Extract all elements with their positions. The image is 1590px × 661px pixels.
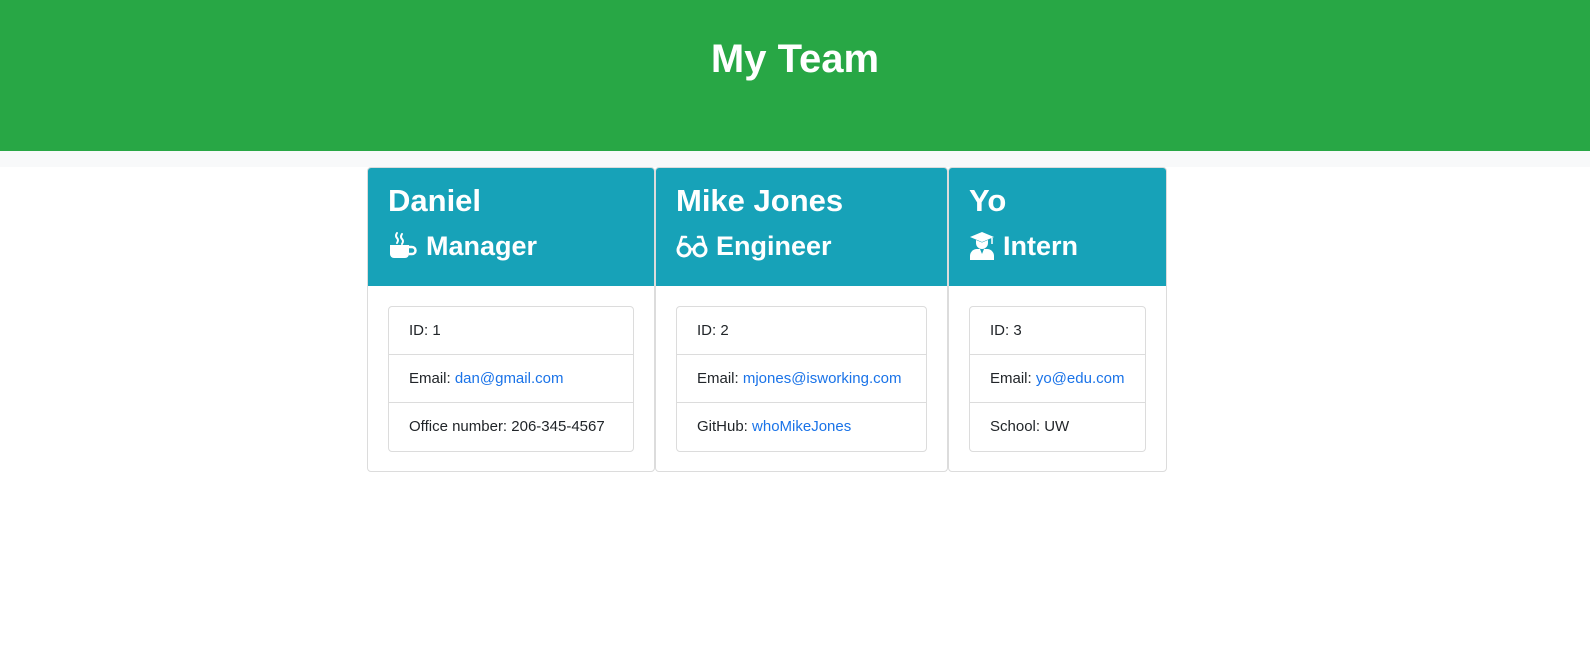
list-item-email: Email: yo@edu.com xyxy=(970,355,1145,403)
header-divider-strip xyxy=(0,151,1590,167)
employee-details-list: ID: 2 Email: mjones@isworking.com GitHub… xyxy=(676,306,927,452)
email-link[interactable]: dan@gmail.com xyxy=(455,370,564,387)
email-label: Email: xyxy=(409,370,455,387)
role-label: Engineer xyxy=(716,231,832,261)
github-link[interactable]: whoMikeJones xyxy=(752,418,851,435)
employee-card-manager: Daniel Manager ID: 1 Email: dan@gmail.co… xyxy=(367,167,655,472)
list-item-school: School: UW xyxy=(970,403,1145,451)
list-item-email: Email: mjones@isworking.com xyxy=(677,355,926,403)
employee-card-engineer: Mike Jones Engineer ID: 2 Email: mjones@… xyxy=(655,167,948,472)
list-item-email: Email: dan@gmail.com xyxy=(389,355,633,403)
list-item-id: ID: 1 xyxy=(389,307,633,355)
employee-role: Intern xyxy=(969,229,1078,263)
id-label: ID: xyxy=(409,322,433,339)
list-item-github: GitHub: whoMikeJones xyxy=(677,403,926,451)
email-label: Email: xyxy=(697,370,743,387)
card-header: Yo Intern xyxy=(949,168,1166,286)
glasses-icon xyxy=(676,231,708,261)
employee-name: Daniel xyxy=(388,183,482,218)
list-item-id: ID: 2 xyxy=(677,307,926,355)
list-item-office-number: Office number: 206-345-4567 xyxy=(389,403,633,451)
employee-role: Manager xyxy=(388,229,537,263)
graduate-icon xyxy=(969,231,995,261)
id-value: 1 xyxy=(432,322,441,339)
school-value: UW xyxy=(1044,418,1070,435)
page-title: My Team xyxy=(710,37,880,81)
employee-card-intern: Yo Intern ID: 3 Email: yo@edu.com School… xyxy=(948,167,1167,472)
coffee-mug-icon xyxy=(388,231,418,261)
employee-name: Yo xyxy=(969,183,1007,218)
email-label: Email: xyxy=(990,370,1036,387)
role-label: Manager xyxy=(426,231,538,261)
role-label: Intern xyxy=(1003,231,1079,261)
employee-details-list: ID: 1 Email: dan@gmail.com Office number… xyxy=(388,306,634,452)
school-label: School: xyxy=(990,418,1045,435)
email-link[interactable]: mjones@isworking.com xyxy=(743,370,902,387)
office-number-value: 206-345-4567 xyxy=(511,418,605,435)
page-header: My Team xyxy=(0,0,1590,151)
office-number-label: Office number: xyxy=(409,418,512,435)
list-item-id: ID: 3 xyxy=(970,307,1145,355)
id-value: 3 xyxy=(1013,322,1022,339)
employee-details-list: ID: 3 Email: yo@edu.com School: UW xyxy=(969,306,1146,452)
employee-name: Mike Jones xyxy=(676,183,844,218)
id-value: 2 xyxy=(720,322,729,339)
card-header: Mike Jones Engineer xyxy=(656,168,947,286)
email-link[interactable]: yo@edu.com xyxy=(1036,370,1125,387)
github-label: GitHub: xyxy=(697,418,753,435)
card-header: Daniel Manager xyxy=(368,168,654,286)
employee-role: Engineer xyxy=(676,229,832,263)
id-label: ID: xyxy=(697,322,721,339)
id-label: ID: xyxy=(990,322,1014,339)
